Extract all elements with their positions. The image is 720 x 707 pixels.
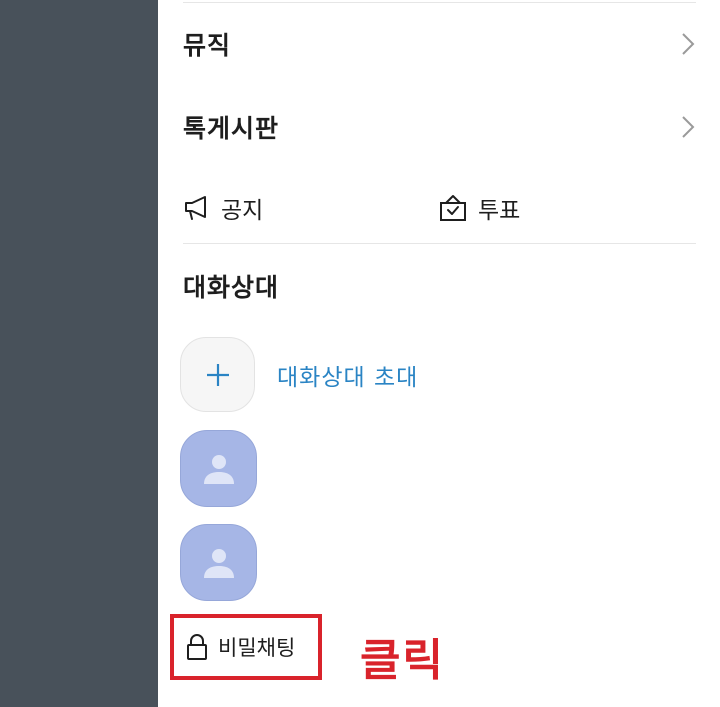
person-icon	[203, 454, 234, 484]
invite-tile	[180, 337, 255, 412]
top-divider	[183, 2, 696, 3]
vote-button[interactable]: 투표	[438, 186, 520, 230]
menu-item-talk-board[interactable]: 톡게시판	[183, 97, 696, 157]
participants-title: 대화상대	[183, 273, 280, 302]
secret-chat-button[interactable]: 비밀채팅	[170, 614, 322, 680]
lock-icon	[187, 634, 207, 660]
notice-button[interactable]: 공지	[183, 186, 263, 230]
section-divider	[183, 243, 696, 244]
secret-chat-label: 비밀채팅	[218, 636, 296, 660]
participant-avatar[interactable]	[180, 524, 257, 601]
click-annotation: 클릭	[360, 635, 445, 686]
chatroom-side-drawer: 뮤직 톡게시판 공지 투표 대화상대 대화상대 초대 비밀채팅 클릭	[158, 0, 720, 707]
invite-participants-label: 대화상대 초대	[277, 364, 419, 391]
notice-label: 공지	[221, 198, 264, 224]
vote-label: 투표	[478, 198, 521, 224]
quick-actions-row: 공지 투표	[183, 186, 696, 230]
chevron-right-icon	[682, 116, 695, 138]
dimmed-background-overlay[interactable]	[0, 0, 158, 707]
plus-icon	[206, 363, 229, 386]
person-icon	[203, 548, 234, 578]
menu-item-talk-board-label: 톡게시판	[183, 114, 280, 143]
participant-avatar[interactable]	[180, 430, 257, 507]
menu-item-music-label: 뮤직	[183, 31, 232, 60]
menu-item-music[interactable]: 뮤직	[183, 14, 696, 74]
ballot-box-icon	[440, 195, 466, 221]
invite-participants-button[interactable]: 대화상대 초대	[180, 337, 418, 412]
megaphone-icon	[185, 196, 206, 220]
chevron-right-icon	[682, 33, 695, 55]
